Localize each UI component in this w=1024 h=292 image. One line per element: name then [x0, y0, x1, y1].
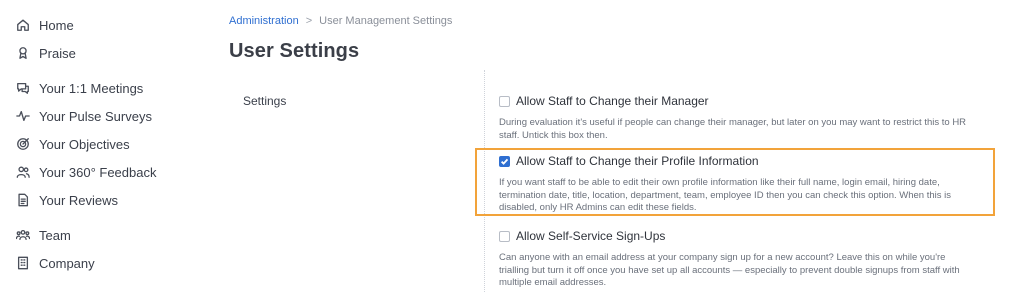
- sidebar-item-meetings[interactable]: Your 1:1 Meetings: [16, 77, 143, 99]
- sidebar-item-label: Praise: [39, 45, 76, 61]
- change-manager-checkbox[interactable]: [499, 95, 510, 107]
- breadcrumb: Administration > User Management Setting…: [229, 15, 452, 27]
- option-toggle[interactable]: Allow Self-Service Sign-Ups: [499, 228, 979, 244]
- option-self-service-signups: Allow Self-Service Sign-Ups Can anyone w…: [499, 228, 979, 290]
- building-icon: [16, 256, 30, 270]
- sidebar-item-praise[interactable]: Praise: [16, 42, 76, 64]
- sidebar-item-reviews[interactable]: Your Reviews: [16, 189, 118, 211]
- chat-icon: [16, 81, 30, 95]
- self-service-signups-checkbox[interactable]: [499, 230, 510, 242]
- sidebar-item-label: Your 1:1 Meetings: [39, 80, 144, 96]
- sidebar-item-objectives[interactable]: Your Objectives: [16, 133, 130, 155]
- sidebar-item-label: Your Reviews: [39, 192, 119, 208]
- breadcrumb-separator: >: [305, 15, 313, 27]
- option-change-profile: Allow Staff to Change their Profile Info…: [499, 153, 979, 215]
- sidebar-item-home[interactable]: Home: [16, 14, 74, 36]
- option-description: During evaluation it's useful if people …: [499, 117, 967, 141]
- pulse-icon: [16, 109, 30, 123]
- team-icon: [16, 228, 30, 242]
- sidebar-item-label: Team: [39, 227, 71, 243]
- sidebar-item-company[interactable]: Company: [16, 252, 95, 274]
- sidebar: Home Praise Your 1:1 Meetings Your Pulse…: [0, 0, 200, 292]
- change-profile-checkbox[interactable]: [499, 155, 510, 167]
- document-icon: [16, 193, 30, 207]
- breadcrumb-link-administration[interactable]: Administration: [229, 15, 299, 27]
- target-icon: [16, 137, 30, 151]
- sidebar-item-label: Your 360° Feedback: [39, 164, 157, 180]
- checkmark-icon: [500, 158, 509, 165]
- sidebar-item-team[interactable]: Team: [16, 224, 71, 246]
- sidebar-item-label: Your Pulse Surveys: [39, 108, 152, 124]
- option-toggle[interactable]: Allow Staff to Change their Manager: [499, 93, 979, 109]
- sidebar-item-pulse-surveys[interactable]: Your Pulse Surveys: [16, 105, 152, 127]
- sidebar-item-label: Company: [39, 255, 95, 271]
- option-description: If you want staff to be able to edit the…: [499, 177, 952, 213]
- page-title: User Settings: [229, 40, 360, 62]
- option-title: Allow Staff to Change their Manager: [516, 94, 709, 108]
- option-title: Allow Self-Service Sign-Ups: [516, 229, 666, 243]
- sidebar-item-360-feedback[interactable]: Your 360° Feedback: [16, 161, 156, 183]
- section-label: Settings: [243, 94, 287, 108]
- praise-icon: [16, 46, 30, 60]
- home-icon: [16, 18, 30, 32]
- breadcrumb-current: User Management Settings: [319, 15, 453, 27]
- sidebar-item-label: Your Objectives: [39, 136, 130, 152]
- people-icon: [16, 165, 30, 179]
- option-change-manager: Allow Staff to Change their Manager Duri…: [499, 93, 979, 142]
- option-toggle[interactable]: Allow Staff to Change their Profile Info…: [499, 153, 979, 169]
- option-title: Allow Staff to Change their Profile Info…: [516, 154, 759, 168]
- option-description: Can anyone with an email address at your…: [499, 252, 960, 288]
- sidebar-item-label: Home: [39, 17, 74, 33]
